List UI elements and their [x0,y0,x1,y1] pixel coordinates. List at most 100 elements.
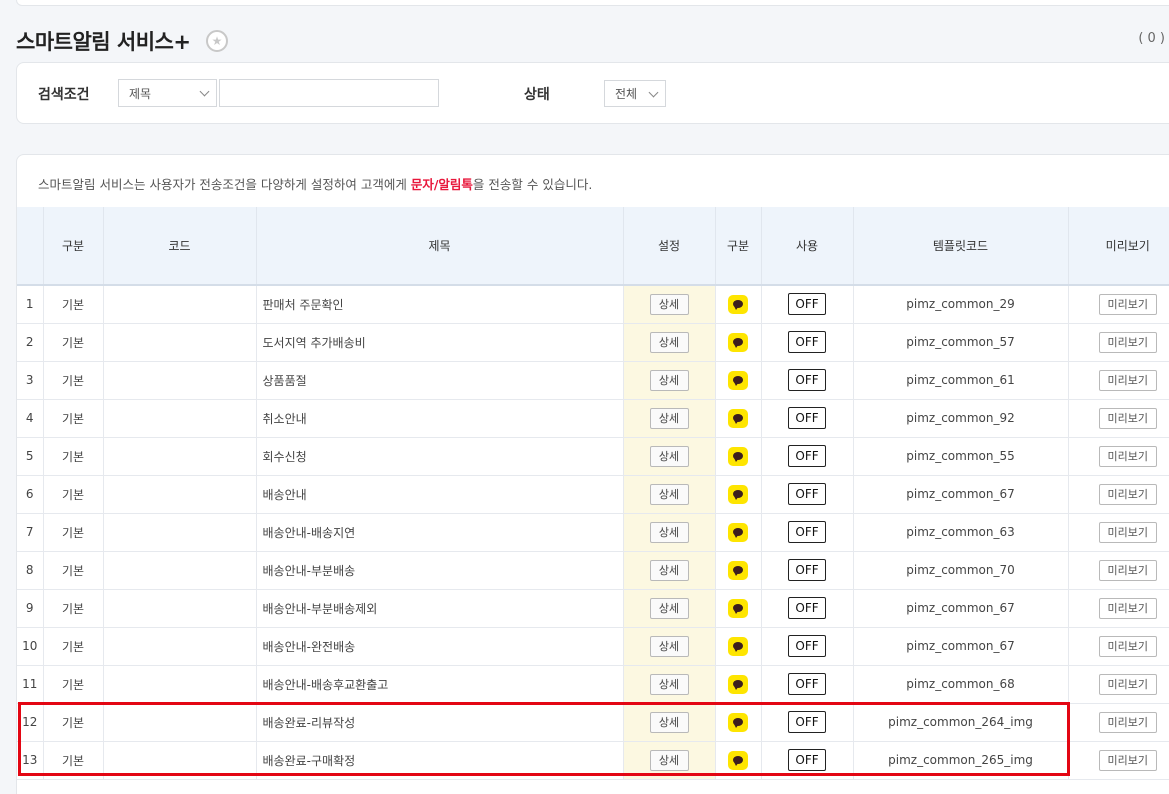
preview-button[interactable]: 미리보기 [1098,331,1157,353]
row-use-cell: OFF [760,437,853,476]
detail-button[interactable]: 상세 [649,559,689,581]
detail-button[interactable]: 상세 [649,331,689,353]
preview-button[interactable]: 미리보기 [1098,635,1157,657]
row-number: 3 [17,361,43,400]
row-code [102,627,256,666]
row-code [102,475,256,514]
use-toggle-button[interactable]: OFF [788,293,826,316]
detail-button[interactable]: 상세 [649,445,689,467]
row-channel-cell [714,475,761,514]
row-template-code: pimz_common_63 [852,513,1068,552]
header-no [17,207,43,286]
kakaotalk-icon [728,446,748,466]
row-number: 2 [17,323,43,362]
row-template-code: pimz_common_67 [852,475,1068,514]
use-toggle-button[interactable]: OFF [788,521,826,543]
row-preview-cell: 미리보기 [1067,475,1169,514]
use-toggle-button[interactable]: OFF [788,331,826,353]
row-type: 기본 [42,627,103,666]
row-template-code: pimz_common_67 [852,589,1068,628]
kakaotalk-icon [728,408,748,428]
table-row: 7 기본 배송안내-배송지연 상세 OFF pimz_common_63 미리보기 [17,513,1169,552]
preview-button[interactable]: 미리보기 [1098,521,1157,543]
use-toggle-button[interactable]: OFF [788,445,826,467]
row-preview-cell: 미리보기 [1067,551,1169,590]
row-number: 6 [17,475,43,514]
main-panel: 스마트알림 서비스는 사용자가 전송조건을 다양하게 설정하여 고객에게 문자/… [16,154,1169,794]
row-setting-cell: 상세 [622,399,715,438]
row-type: 기본 [42,513,103,552]
row-setting-cell: 상세 [622,475,715,514]
use-toggle-button[interactable]: OFF [788,483,826,505]
detail-button[interactable]: 상세 [649,521,689,543]
header-preview: 미리보기 [1067,207,1169,286]
preview-button[interactable]: 미리보기 [1098,407,1157,429]
detail-button[interactable]: 상세 [649,483,689,505]
row-use-cell: OFF [760,399,853,438]
row-template-code: pimz_common_55 [852,437,1068,476]
preview-button[interactable]: 미리보기 [1098,445,1157,467]
kakaotalk-icon [728,522,748,542]
table-row: 9 기본 배송안내-부분배송제외 상세 OFF pimz_common_67 미리보기 [17,589,1169,628]
preview-button[interactable]: 미리보기 [1098,369,1157,391]
detail-button[interactable]: 상세 [649,635,689,657]
detail-button[interactable]: 상세 [649,293,689,315]
status-select[interactable]: 전체 [604,80,666,107]
row-use-cell: OFF [760,551,853,590]
top-panel-edge [16,0,1169,6]
row-use-cell: OFF [760,285,853,324]
detail-button[interactable]: 상세 [649,369,689,391]
table-row: 8 기본 배송안내-부분배송 상세 OFF pimz_common_70 미리보기 [17,551,1169,590]
row-preview-cell: 미리보기 [1067,589,1169,628]
row-channel-cell [714,589,761,628]
preview-button[interactable]: 미리보기 [1098,711,1157,733]
detail-button[interactable]: 상세 [649,597,689,619]
header-setting: 설정 [622,207,715,286]
row-setting-cell: 상세 [622,627,715,666]
use-toggle-button[interactable]: OFF [788,673,826,695]
row-preview-cell: 미리보기 [1067,399,1169,438]
use-toggle-button[interactable]: OFF [788,597,826,619]
detail-button[interactable]: 상세 [649,673,689,695]
use-toggle-button[interactable]: OFF [788,407,826,429]
row-type: 기본 [42,665,103,704]
row-type: 기본 [42,399,103,438]
row-use-cell: OFF [760,475,853,514]
row-template-code: pimz_common_67 [852,627,1068,666]
row-channel-cell [714,323,761,362]
use-toggle-button[interactable]: OFF [788,369,826,391]
preview-button[interactable]: 미리보기 [1098,483,1157,505]
row-type: 기본 [42,361,103,400]
chevron-down-icon [199,86,210,97]
preview-button[interactable]: 미리보기 [1098,749,1157,771]
row-code [102,665,256,704]
table-row: 11 기본 배송안내-배송후교환출고 상세 OFF pimz_common_68 미리보기 [17,665,1169,704]
row-code [102,323,256,362]
table-row: 1 기본 판매처 주문확인 상세 OFF pimz_common_29 미리보기 [17,285,1169,324]
star-icon[interactable]: ★ [206,30,228,52]
row-preview-cell: 미리보기 [1067,665,1169,704]
row-preview-cell: 미리보기 [1067,323,1169,362]
row-number: 5 [17,437,43,476]
row-code [102,551,256,590]
row-number: 11 [17,665,43,704]
row-channel-cell [714,399,761,438]
search-field-select-value: 제목 [129,86,152,101]
search-condition-label: 검색조건 [38,87,90,103]
row-setting-cell: 상세 [622,285,715,324]
use-toggle-button[interactable]: OFF [788,559,826,581]
header-channel: 구분 [714,207,761,286]
detail-button[interactable]: 상세 [649,407,689,429]
preview-button[interactable]: 미리보기 [1098,673,1157,695]
search-field-select[interactable]: 제목 [118,79,217,107]
row-channel-cell [714,285,761,324]
row-setting-cell: 상세 [622,437,715,476]
preview-button[interactable]: 미리보기 [1098,293,1157,315]
row-preview-cell: 미리보기 [1067,437,1169,476]
table-row: 4 기본 취소안내 상세 OFF pimz_common_92 미리보기 [17,399,1169,438]
row-setting-cell: 상세 [622,323,715,362]
preview-button[interactable]: 미리보기 [1098,559,1157,581]
use-toggle-button[interactable]: OFF [788,635,826,657]
preview-button[interactable]: 미리보기 [1098,597,1157,619]
search-keyword-input[interactable] [219,79,439,107]
